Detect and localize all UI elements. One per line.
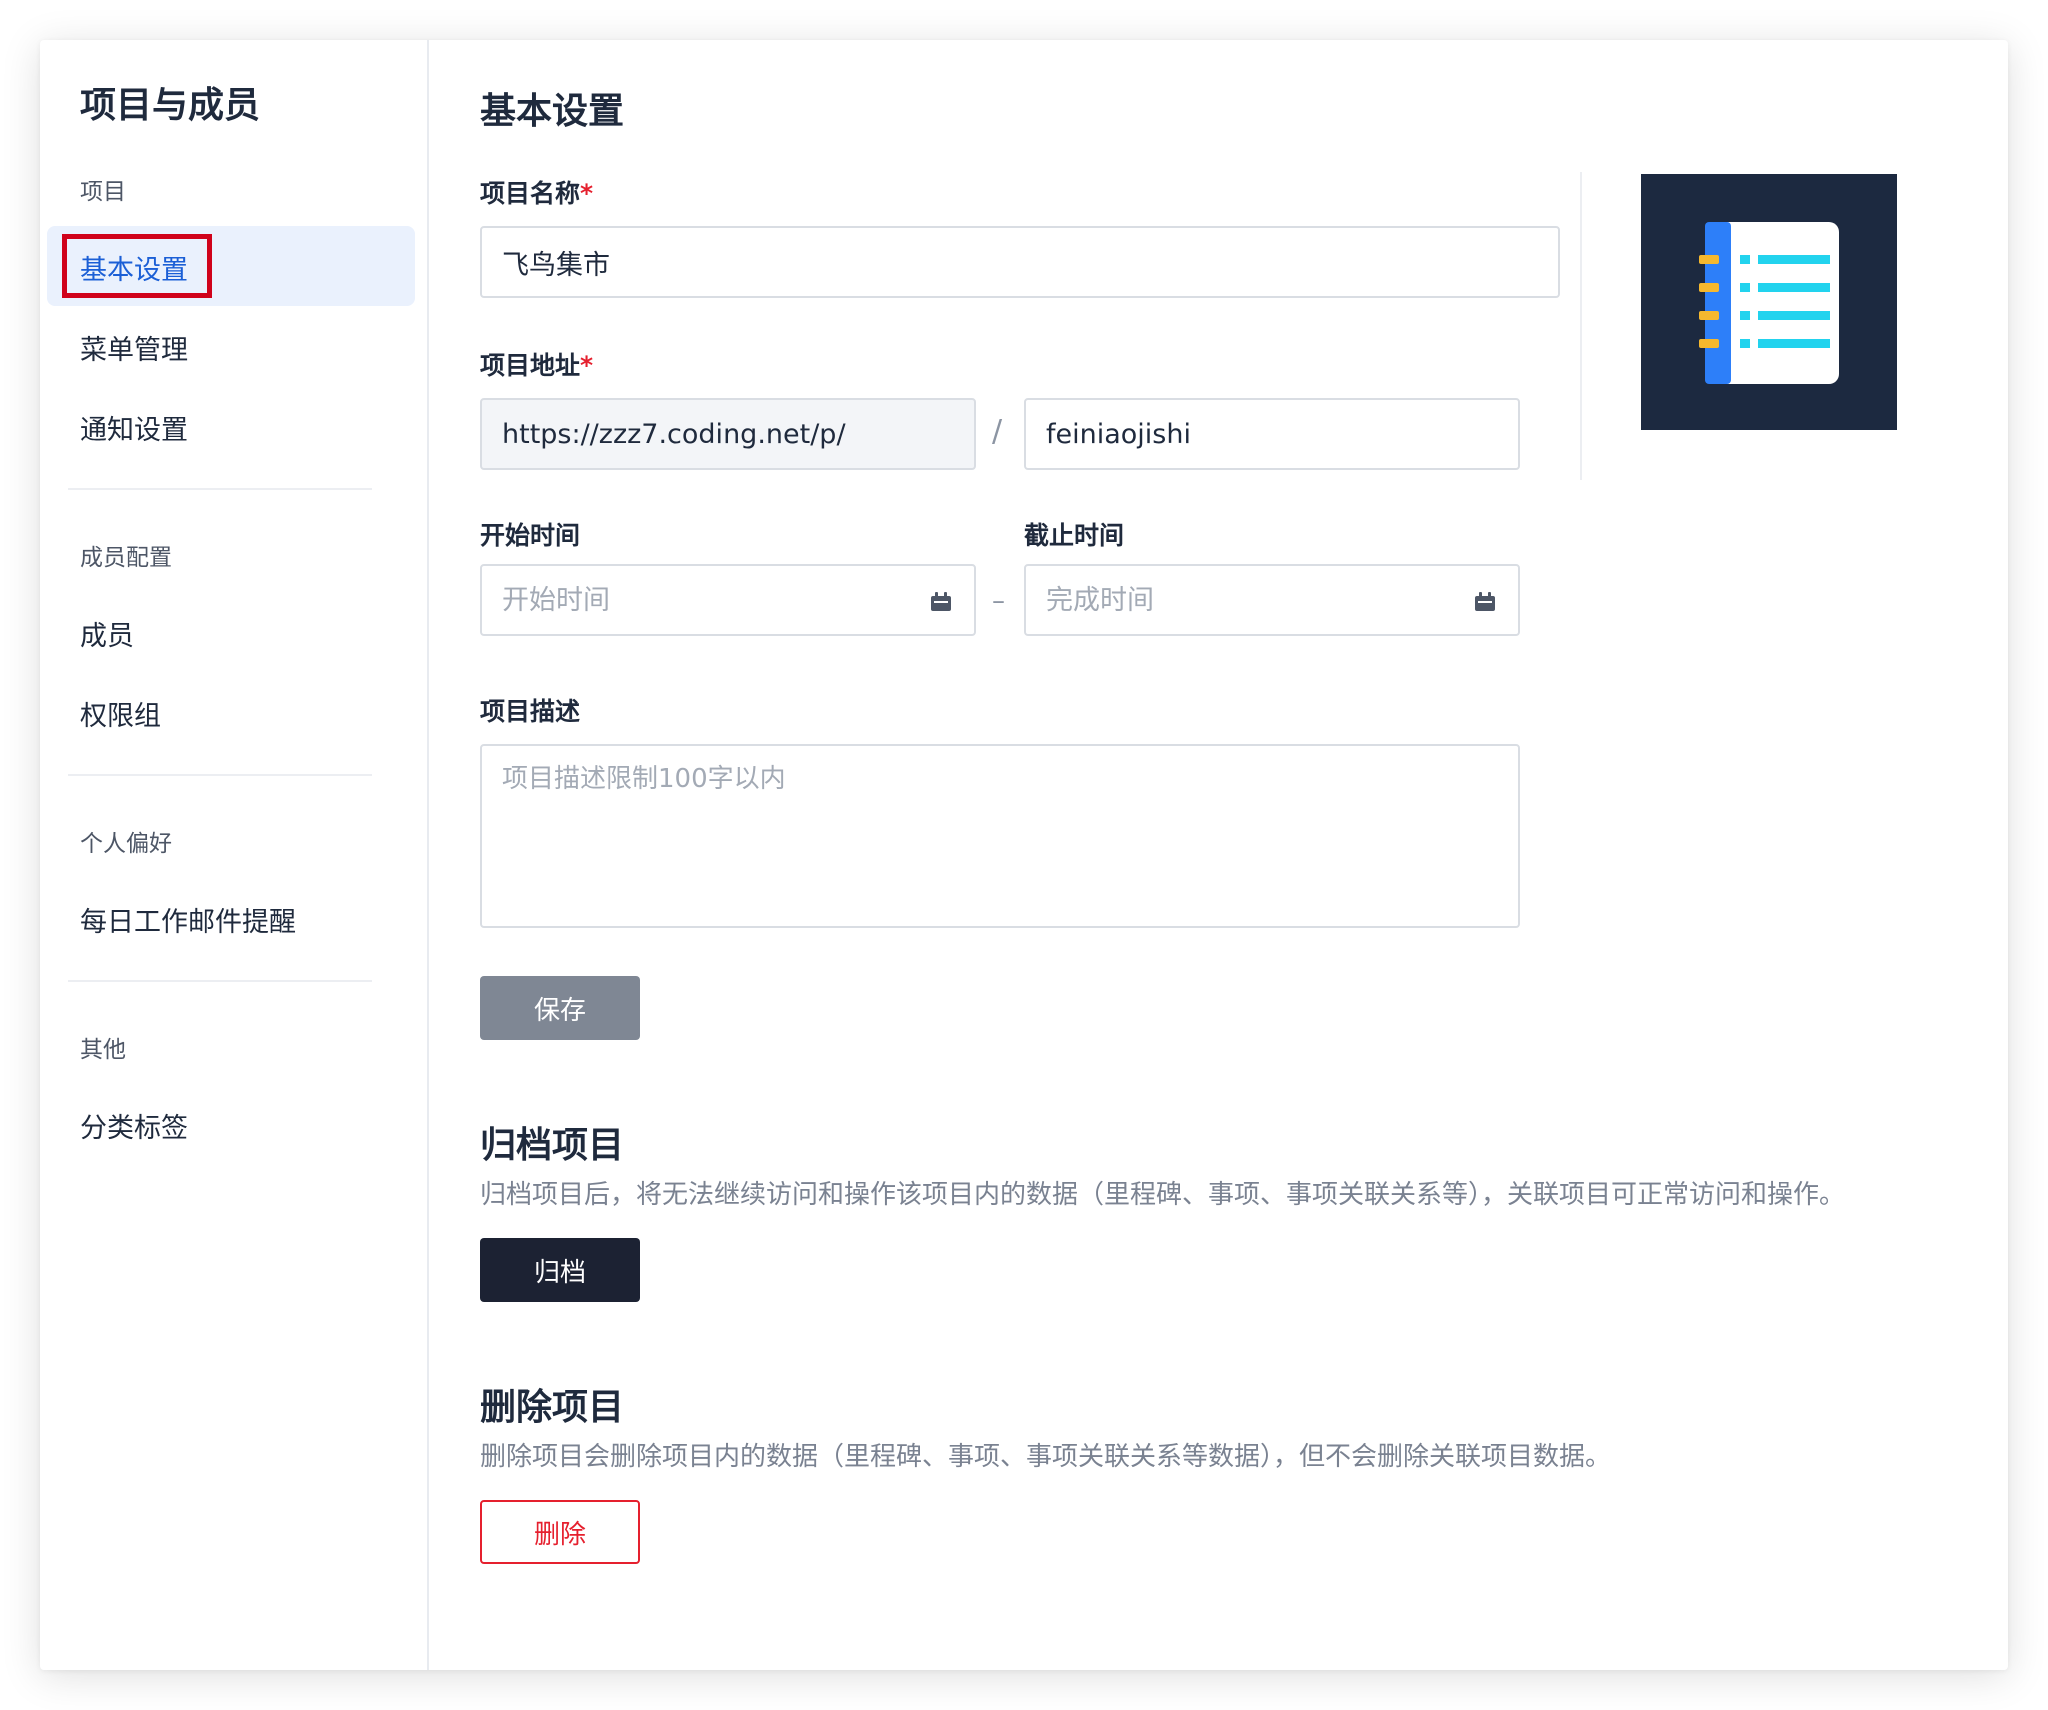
project-address-label-text: 项目地址	[480, 351, 581, 380]
settings-window: 项目与成员 项目 基本设置 菜单管理 通知设置 成员配置 成员 权限组 个人偏好…	[40, 40, 2008, 1670]
logo-divider	[1580, 172, 1582, 480]
group-label-other: 其他	[80, 1037, 126, 1063]
sidebar-item-permission-groups[interactable]: 权限组	[80, 694, 161, 733]
archive-button[interactable]: 归档	[480, 1238, 640, 1302]
project-logo-icon	[1699, 222, 1839, 384]
sidebar-item-daily-email-reminder[interactable]: 每日工作邮件提醒	[80, 900, 296, 939]
calendar-icon[interactable]	[1474, 592, 1496, 612]
sidebar-title: 项目与成员	[80, 85, 261, 126]
project-address-label: 项目地址*	[480, 346, 593, 382]
end-time-input[interactable]	[1024, 564, 1520, 636]
sidebar-item-members[interactable]: 成员	[80, 614, 134, 653]
annotation-highlight-box	[62, 234, 212, 298]
sidebar-divider	[68, 774, 372, 776]
project-name-input[interactable]	[480, 226, 1560, 298]
description-textarea[interactable]	[480, 744, 1520, 928]
sidebar-divider	[68, 488, 372, 490]
delete-section-title: 删除项目	[480, 1387, 625, 1428]
sidebar-item-notification-settings[interactable]: 通知设置	[80, 408, 188, 447]
archive-section-title: 归档项目	[480, 1125, 625, 1166]
sidebar: 项目与成员 项目 基本设置 菜单管理 通知设置 成员配置 成员 权限组 个人偏好…	[40, 40, 429, 1670]
project-address-prefix	[480, 398, 976, 470]
end-time-label: 截止时间	[1024, 521, 1125, 550]
sidebar-divider	[68, 980, 372, 982]
project-slug-input[interactable]	[1024, 398, 1520, 470]
save-button[interactable]: 保存	[480, 976, 640, 1040]
required-mark: *	[580, 179, 594, 208]
start-time-label: 开始时间	[480, 521, 581, 550]
page-title: 基本设置	[480, 91, 625, 132]
date-range-separator: –	[992, 586, 1005, 616]
address-separator: /	[992, 414, 1003, 449]
description-label: 项目描述	[480, 697, 581, 726]
delete-button[interactable]: 删除	[480, 1500, 640, 1564]
group-label-member-config: 成员配置	[80, 545, 172, 571]
sidebar-item-category-tags[interactable]: 分类标签	[80, 1106, 188, 1145]
delete-section-desc: 删除项目会删除项目内的数据（里程碑、事项、事项关联关系等数据），但不会删除关联项…	[480, 1442, 1612, 1472]
calendar-icon[interactable]	[930, 592, 952, 612]
archive-section-desc: 归档项目后，将无法继续访问和操作该项目内的数据（里程碑、事项、事项关联关系等），…	[480, 1180, 1846, 1210]
group-label-preferences: 个人偏好	[80, 831, 172, 857]
project-logo[interactable]	[1641, 174, 1897, 430]
project-name-label-text: 项目名称	[480, 179, 581, 208]
group-label-project: 项目	[80, 179, 126, 205]
start-time-input[interactable]	[480, 564, 976, 636]
project-name-label: 项目名称*	[480, 174, 593, 210]
sidebar-item-menu-management[interactable]: 菜单管理	[80, 328, 188, 367]
required-mark: *	[580, 351, 594, 380]
